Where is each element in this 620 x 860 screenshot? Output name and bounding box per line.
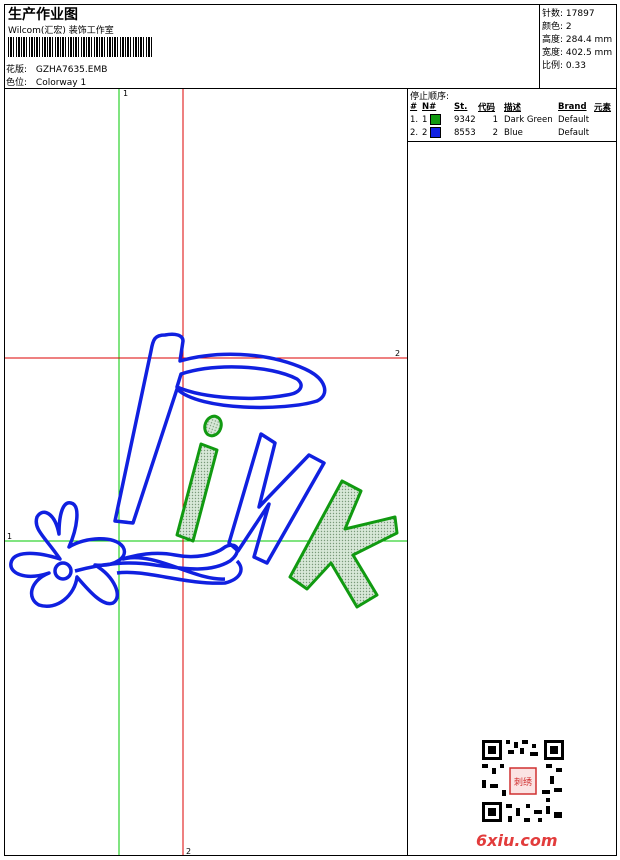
panel-divider [407,88,408,856]
row-code: 1 [492,114,498,125]
col-header: 代码 [478,103,496,113]
row-st: 9342 [454,114,476,125]
stat-value: 0.33 [565,61,586,71]
design-file-row: 花版: GZHA7635.EMB [6,62,107,75]
stat-value: 402.5 mm [565,48,613,58]
row-index: 1. [410,114,419,125]
stop-table-divider [407,141,617,142]
table-row[interactable]: 1. 1 9342 1 Dark Green Default [409,113,616,126]
axis-label: 1 [123,89,128,98]
design-file-label: 花版: [6,65,28,75]
stat-stitches: 针数: 17897 [542,6,595,19]
table-row[interactable]: 2. 2 8553 2 Blue Default [409,126,616,139]
row-element [593,113,616,126]
stat-colors: 颜色: 2 [542,19,572,32]
stat-value: 284.4 mm [565,35,613,45]
stat-scale: 比例: 0.33 [542,58,586,71]
color-swatch [430,127,442,138]
barcode [8,37,153,57]
col-header: 元素 [594,103,612,113]
qr-code: 刺绣 [480,738,566,824]
stat-label: 宽度: [542,48,564,58]
row-desc: Dark Green [504,114,553,125]
page-title: 生产作业图 [8,7,78,23]
stat-label: 比例: [542,61,564,71]
stat-value: 2 [565,22,572,32]
row-st: 8553 [454,127,476,138]
col-header: # [410,102,418,112]
stat-height: 高度: 284.4 mm [542,32,612,45]
color-swatch [430,114,442,125]
row-code: 2 [492,127,498,138]
row-desc: Blue [504,127,523,138]
row-n: 1 [421,113,453,126]
blue-thread-outlines [9,332,327,609]
row-n: 2 [421,126,453,139]
stats-divider [539,4,540,88]
colorway-value: Colorway 1 [35,78,87,88]
stat-value: 17897 [565,9,595,19]
company-name: Wilcom(汇宏) 装饰工作室 [8,26,114,36]
flower-outline [9,501,127,609]
stat-label: 颜色: [542,22,564,32]
seal-stamp-text: 刺绣 [514,776,532,788]
row-element [593,126,616,139]
letter-k [288,479,399,609]
colorway-row: 色位: Colorway 1 [6,75,86,88]
row-brand: Default [558,127,590,138]
flower-center [53,561,73,581]
axis-label: 2 [186,847,191,855]
stat-width: 宽度: 402.5 mm [542,45,612,58]
design-canvas: 1 1 2 2 [5,89,407,855]
stop-sequence-table: # N# St. 代码 描述 Brand 元素 1. 1 9342 1 Dark… [409,101,616,139]
stat-label: 高度: [542,35,564,45]
row-brand: Default [558,114,590,125]
design-file-value: GZHA7635.EMB [35,65,108,75]
col-header: Brand [558,102,587,112]
col-header: N# [422,102,437,112]
table-header-row: # N# St. 代码 描述 Brand 元素 [409,101,616,113]
row-index: 2. [410,127,419,138]
col-header: St. [454,102,468,112]
stat-label: 针数: [542,9,564,19]
letter-p-bowl [175,365,303,401]
watermark-logo[interactable]: 6xiu.com [476,831,558,850]
colorway-label: 色位: [6,78,28,88]
letter-i-dot [203,414,223,438]
axis-label: 1 [7,532,12,541]
col-header: 描述 [504,103,522,113]
axis-label: 2 [395,349,400,358]
